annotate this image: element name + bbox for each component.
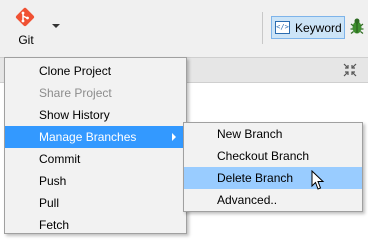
menu-item-manage-branches[interactable]: Manage Branches (5, 126, 186, 148)
submenu-item-advanced[interactable]: Advanced.. (184, 189, 362, 211)
submenu-item-delete-branch[interactable]: Delete Branch (184, 167, 362, 189)
git-dropdown-arrow-icon[interactable] (52, 24, 60, 28)
menu-item-share-project: Share Project (39, 86, 112, 100)
menu-item-clone-project[interactable]: Clone Project (5, 60, 186, 82)
git-button[interactable]: Git (8, 4, 48, 52)
submenu-item-checkout-branch[interactable]: Checkout Branch (184, 145, 362, 167)
bug-icon[interactable] (349, 17, 365, 35)
menu-item-manage-branches-label: Manage Branches (39, 130, 137, 144)
code-icon: </> (275, 21, 290, 34)
keyword-toggle-button[interactable]: </> Keyword (271, 16, 345, 39)
toolbar-separator (262, 12, 263, 44)
submenu-arrow-icon (172, 133, 176, 141)
git-logo-icon (15, 7, 35, 27)
menu-item-commit[interactable]: Commit (5, 148, 186, 170)
toolbar: Git </> Keyword (0, 0, 368, 56)
menu-item-push[interactable]: Push (5, 170, 186, 192)
git-menu: Clone Project Share Project Show History… (4, 57, 187, 234)
menu-item-fetch[interactable]: Fetch (5, 214, 186, 236)
manage-branches-submenu: New Branch Checkout Branch Delete Branch… (183, 122, 363, 212)
keyword-label: Keyword (295, 21, 342, 35)
mouse-cursor-icon (311, 170, 325, 190)
submenu-item-new-branch[interactable]: New Branch (184, 123, 362, 145)
git-button-label: Git (18, 33, 34, 47)
menu-item-show-history[interactable]: Show History (5, 104, 186, 126)
menu-item-pull[interactable]: Pull (5, 192, 186, 214)
collapse-icon[interactable] (343, 63, 357, 77)
